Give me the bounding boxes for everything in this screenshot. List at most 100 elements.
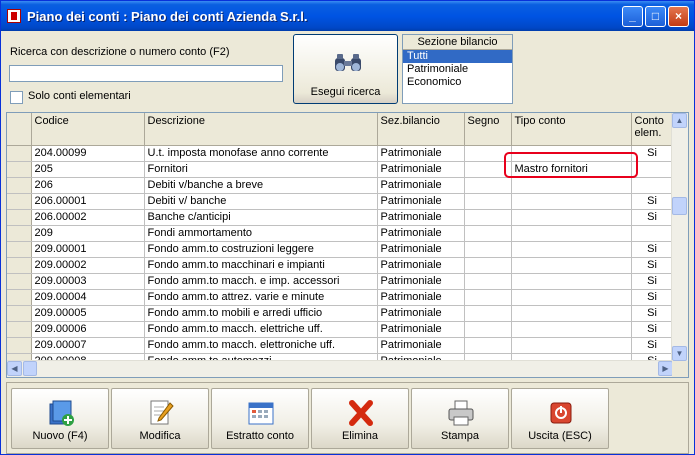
table-cell[interactable]: 204.00099 [31,145,145,162]
col-header-conto-elem[interactable]: Conto elem. [631,113,674,146]
table-cell[interactable]: Patrimoniale [377,241,465,258]
row-indicator[interactable] [7,289,32,306]
row-indicator[interactable] [7,321,32,338]
row-indicator[interactable] [7,145,32,162]
uscita-button[interactable]: Uscita (ESC) [511,388,609,449]
table-cell[interactable]: Patrimoniale [377,337,465,354]
horizontal-scrollbar[interactable]: ◀ ▶ [7,360,673,377]
table-cell[interactable] [464,225,512,242]
modifica-button[interactable]: Modifica [111,388,209,449]
table-cell[interactable]: Fondo amm.to mobili e arredi ufficio [144,305,378,322]
col-header-codice[interactable]: Codice [31,113,145,146]
table-cell[interactable]: Si [631,321,674,338]
table-cell[interactable] [464,257,512,274]
elimina-button[interactable]: Elimina [311,388,409,449]
table-cell[interactable] [511,273,632,290]
table-cell[interactable]: Patrimoniale [377,193,465,210]
table-cell[interactable] [511,305,632,322]
scroll-down-button[interactable]: ▼ [672,346,687,361]
table-cell[interactable] [464,337,512,354]
table-cell[interactable]: 209.00005 [31,305,145,322]
row-indicator[interactable] [7,209,32,226]
esegui-ricerca-button[interactable]: Esegui ricerca [293,34,398,104]
table-cell[interactable]: 209.00001 [31,241,145,258]
table-cell[interactable]: Patrimoniale [377,289,465,306]
table-cell[interactable]: Patrimoniale [377,161,465,178]
table-cell[interactable] [511,321,632,338]
row-indicator[interactable] [7,177,32,194]
table-row[interactable]: 209.00003 Fondo amm.to macch. e imp. acce… [7,273,674,290]
search-input[interactable] [9,65,283,82]
table-cell[interactable]: Si [631,289,674,306]
table-cell[interactable]: Banche c/anticipi [144,209,378,226]
col-header-sez-bilancio[interactable]: Sez.bilancio [377,113,465,146]
row-indicator[interactable] [7,337,32,354]
table-cell[interactable]: 206.00002 [31,209,145,226]
table-cell[interactable] [511,257,632,274]
table-cell[interactable] [464,209,512,226]
table-cell[interactable]: Patrimoniale [377,305,465,322]
table-row[interactable]: 209.00004 Fondo amm.to attrez. varie e mi… [7,289,674,306]
sezione-bilancio-list[interactable]: Sezione bilancio Tutti Patrimoniale Econ… [402,34,513,104]
table-row[interactable]: 206.00002 Banche c/anticipi Patrimoniale Si [7,209,674,226]
table-cell[interactable]: U.t. imposta monofase anno corrente [144,145,378,162]
table-cell[interactable] [631,225,674,242]
title-bar[interactable]: Piano dei conti : Piano dei conti Aziend… [1,1,694,31]
table-cell[interactable] [464,321,512,338]
table-cell[interactable] [511,209,632,226]
table-cell[interactable]: Patrimoniale [377,225,465,242]
table-cell[interactable]: 205 [31,161,145,178]
table-cell[interactable] [464,241,512,258]
scroll-thumb-horizontal[interactable] [23,361,37,376]
table-cell[interactable]: Debiti v/banche a breve [144,177,378,194]
scroll-left-button[interactable]: ◀ [7,361,22,376]
table-cell[interactable]: Si [631,209,674,226]
table-cell[interactable] [464,305,512,322]
nuovo-button[interactable]: Nuovo (F4) [11,388,109,449]
table-row[interactable]: 206 Debiti v/banche a breve Patrimoniale [7,177,674,194]
table-cell[interactable]: Si [631,337,674,354]
table-cell[interactable] [511,337,632,354]
row-indicator[interactable] [7,161,32,178]
table-cell[interactable]: Si [631,273,674,290]
col-header-segno[interactable]: Segno [464,113,512,146]
table-cell[interactable]: Fondo amm.to attrez. varie e minute [144,289,378,306]
table-cell[interactable]: Fondi ammortamento [144,225,378,242]
table-cell[interactable] [511,193,632,210]
col-header-descrizione[interactable]: Descrizione [144,113,378,146]
table-cell[interactable]: 209.00007 [31,337,145,354]
table-cell[interactable]: Patrimoniale [377,209,465,226]
maximize-button[interactable]: □ [645,6,666,27]
table-cell[interactable]: Fondo amm.to macchinari e impianti [144,257,378,274]
table-cell[interactable]: Si [631,257,674,274]
table-row[interactable]: 209.00006 Fondo amm.to macch. elettriche … [7,321,674,338]
sezione-option-tutti[interactable]: Tutti [403,50,512,63]
table-cell[interactable] [464,289,512,306]
table-cell[interactable] [464,177,512,194]
table-cell[interactable]: Si [631,241,674,258]
table-cell[interactable]: 206.00001 [31,193,145,210]
row-indicator[interactable] [7,273,32,290]
row-indicator[interactable] [7,225,32,242]
table-cell[interactable] [511,225,632,242]
scroll-up-button[interactable]: ▲ [672,113,687,128]
table-row[interactable]: 209.00001 Fondo amm.to costruzioni legger… [7,241,674,258]
table-row[interactable]: 206.00001 Debiti v/ banche Patrimoniale Si [7,193,674,210]
table-cell[interactable]: Patrimoniale [377,273,465,290]
table-cell[interactable]: 209.00004 [31,289,145,306]
table-row[interactable]: 209 Fondi ammortamento Patrimoniale [7,225,674,242]
table-cell[interactable]: Fornitori [144,161,378,178]
table-cell[interactable]: Patrimoniale [377,321,465,338]
col-header-tipo-conto[interactable]: Tipo conto [511,113,632,146]
row-indicator[interactable] [7,257,32,274]
row-indicator[interactable] [7,305,32,322]
table-cell[interactable]: Fondo amm.to macch. elettroniche uff. [144,337,378,354]
table-row[interactable]: 209.00007 Fondo amm.to macch. elettronich… [7,337,674,354]
table-cell[interactable]: Fondo amm.to macch. elettriche uff. [144,321,378,338]
table-cell[interactable]: 209.00002 [31,257,145,274]
table-cell[interactable]: Fondo amm.to macch. e imp. accessori [144,273,378,290]
table-cell[interactable]: Patrimoniale [377,145,465,162]
table-cell[interactable]: Debiti v/ banche [144,193,378,210]
table-cell[interactable] [464,193,512,210]
row-indicator[interactable] [7,193,32,210]
